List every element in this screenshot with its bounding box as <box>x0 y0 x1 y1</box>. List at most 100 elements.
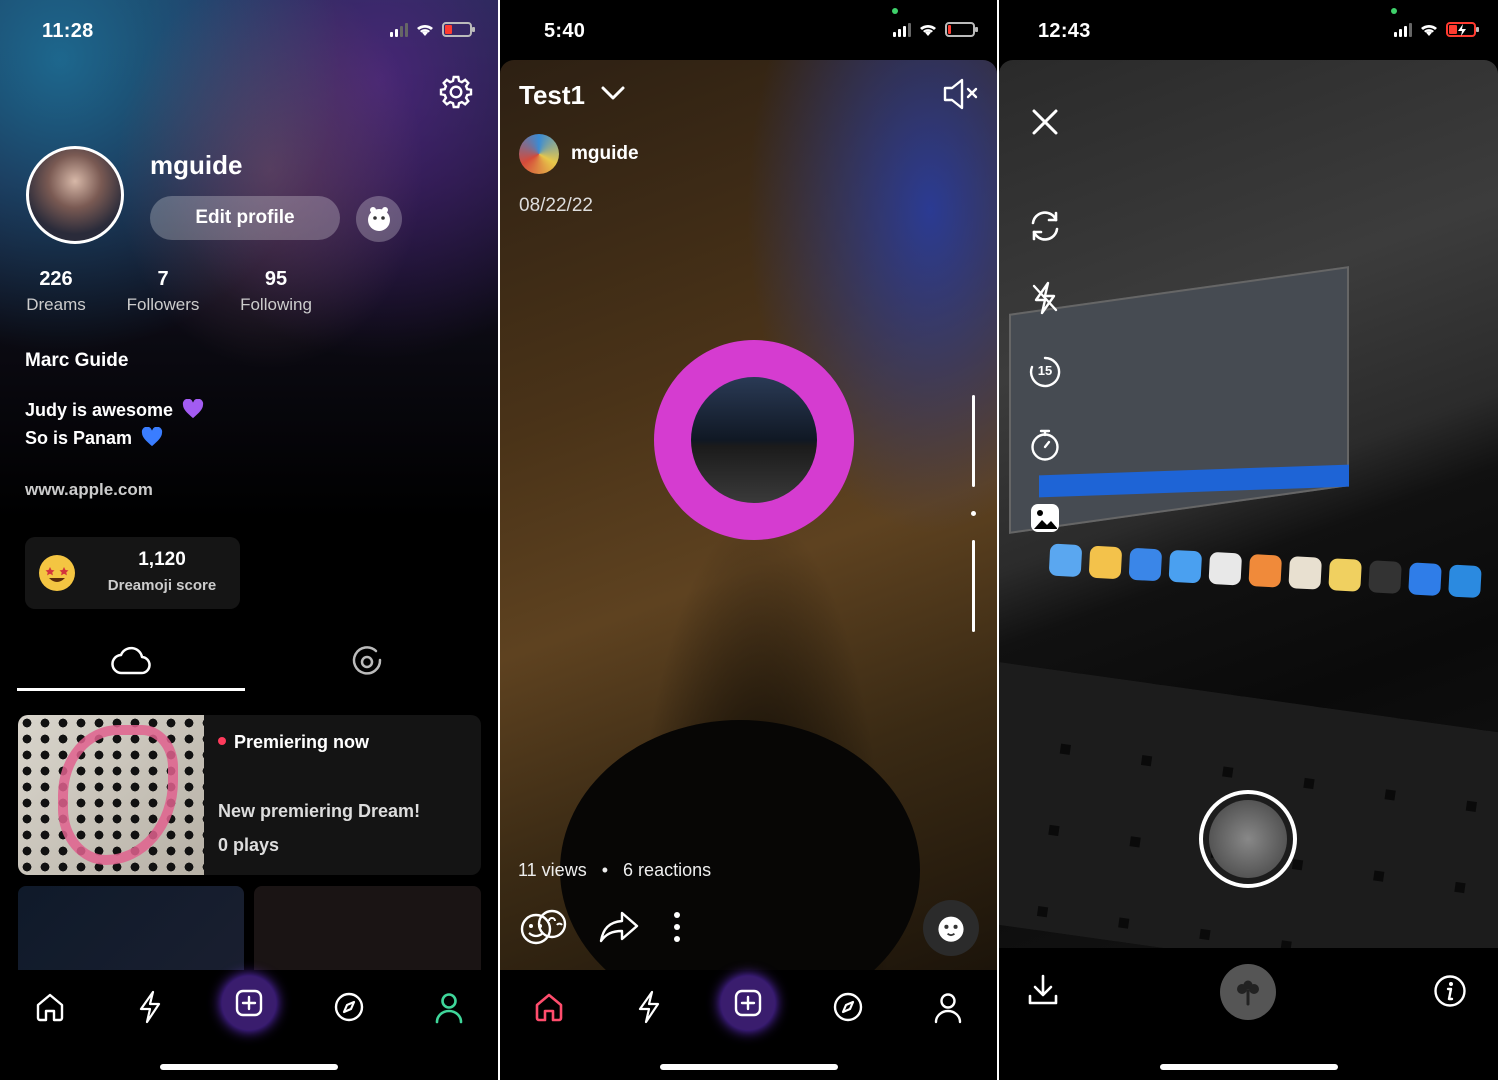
bio: Judy is awesome So is Panam <box>25 396 204 452</box>
creator-row[interactable]: mguide <box>519 134 639 174</box>
shutter-button[interactable] <box>1199 790 1297 888</box>
plus-icon <box>734 989 762 1017</box>
signal-icon <box>1394 22 1412 37</box>
tab-profile[interactable] <box>424 982 474 1032</box>
download-icon <box>1028 974 1058 1005</box>
countdown-button[interactable] <box>1025 425 1065 465</box>
bio-line-2: So is Panam <box>25 428 133 448</box>
dream-bubble[interactable] <box>654 340 854 540</box>
status-time: 5:40 <box>544 20 586 42</box>
scrubber-track-top[interactable] <box>972 395 975 487</box>
timer-value: 15 <box>1037 363 1053 378</box>
dream-actions <box>518 900 979 960</box>
status-bar: 11:28 <box>0 0 498 60</box>
reactions-button[interactable] <box>518 908 570 951</box>
views-count: 11 views <box>518 860 587 880</box>
stat-following[interactable]: 95 Following <box>230 268 322 315</box>
dreamoji-score-value: 1,120 <box>138 549 186 570</box>
tab-profile[interactable] <box>923 982 973 1032</box>
compass-icon <box>833 992 863 1022</box>
dreamoji-button[interactable] <box>356 196 402 242</box>
star-struck-emoji-icon <box>39 555 75 591</box>
flip-camera-button[interactable] <box>1025 206 1065 246</box>
status-bar: 12:43 <box>999 0 1498 60</box>
dream-title: New premiering Dream! <box>218 801 421 821</box>
reactions-icon <box>520 909 567 945</box>
more-button[interactable] <box>670 910 684 949</box>
stat-dreams[interactable]: 226 Dreams <box>20 268 92 315</box>
reactions-count: 6 reactions <box>623 860 712 880</box>
stopwatch-icon <box>1031 429 1059 461</box>
bolt-icon <box>139 990 161 1024</box>
avatar[interactable] <box>26 146 124 244</box>
dream-stats: 11 views • 6 reactions <box>518 860 711 881</box>
edit-profile-button[interactable]: Edit profile <box>150 196 340 240</box>
status-time: 11:28 <box>42 20 94 42</box>
dream-title-dropdown[interactable]: Test1 <box>519 80 626 111</box>
tab-bolt[interactable] <box>624 982 674 1032</box>
signal-icon <box>893 22 911 37</box>
tab-explore[interactable] <box>823 982 873 1032</box>
website-link[interactable]: www.apple.com <box>25 480 153 500</box>
create-button[interactable] <box>721 976 775 1030</box>
bloom-icon <box>1237 980 1259 1006</box>
signal-icon <box>390 22 408 37</box>
dreamoji-score-card[interactable]: 1,120 Dreamoji score <box>25 537 240 609</box>
close-icon <box>1032 109 1058 135</box>
bolt-icon <box>638 990 660 1024</box>
battery-charging-icon <box>1446 22 1479 37</box>
react-face-icon <box>938 916 964 942</box>
bloom-button[interactable] <box>1220 964 1276 1020</box>
home-icon <box>36 993 64 1022</box>
close-button[interactable] <box>1025 102 1065 142</box>
tab-bolt[interactable] <box>125 982 175 1032</box>
mute-button[interactable] <box>940 76 980 117</box>
tab-home[interactable] <box>524 982 574 1032</box>
flip-camera-icon <box>1031 211 1059 241</box>
tab-home[interactable] <box>25 982 75 1032</box>
chevron-down-icon <box>601 86 625 100</box>
home-indicator <box>659 1064 838 1070</box>
home-indicator <box>160 1064 338 1070</box>
stat-followers[interactable]: 7 Followers <box>118 268 208 315</box>
tab-dreams[interactable] <box>110 643 152 682</box>
cloud-icon <box>111 646 151 675</box>
profile-icon <box>435 993 463 1024</box>
create-button[interactable] <box>222 976 276 1030</box>
status-icons <box>893 22 978 37</box>
premiere-status: Premiering now <box>218 732 369 753</box>
bottom-tab-bar <box>500 970 997 1080</box>
profile-screen: 11:28 mguide Edit profile 226 Dreams 7 F… <box>0 0 498 1080</box>
download-button[interactable] <box>1025 972 1061 1013</box>
purple-heart-icon <box>183 399 204 419</box>
status-icons <box>390 22 475 37</box>
creator-username: mguide <box>571 143 639 164</box>
scrubber-handle[interactable] <box>971 511 976 516</box>
settings-button[interactable] <box>438 74 474 115</box>
bottom-tab-bar <box>0 970 498 1080</box>
gear-icon <box>439 75 473 109</box>
flash-toggle[interactable] <box>1025 278 1065 318</box>
share-icon <box>599 911 639 943</box>
dreamoji-score-label: Dreamoji score <box>107 577 217 594</box>
username: mguide <box>150 150 243 180</box>
tab-explore[interactable] <box>324 982 374 1032</box>
battery-icon <box>945 22 978 37</box>
gallery-button[interactable] <box>1025 498 1065 538</box>
stats-separator: • <box>601 860 609 880</box>
face-icon <box>368 207 390 231</box>
dream-thumbnail <box>18 715 204 875</box>
react-button[interactable] <box>923 900 979 956</box>
tab-recordings[interactable] <box>350 645 384 684</box>
scrubber-track-bottom[interactable] <box>972 540 975 632</box>
blue-heart-icon <box>141 427 163 447</box>
battery-icon <box>442 22 475 37</box>
flash-off-icon <box>1032 281 1058 315</box>
home-icon <box>535 993 563 1022</box>
duration-button[interactable]: 15 <box>1025 352 1065 392</box>
info-button[interactable] <box>1433 974 1467 1013</box>
share-button[interactable] <box>598 910 640 949</box>
bio-line-1: Judy is awesome <box>25 400 174 420</box>
plus-icon <box>235 989 263 1017</box>
dream-card[interactable]: Premiering now New premiering Dream! 0 p… <box>18 715 481 875</box>
